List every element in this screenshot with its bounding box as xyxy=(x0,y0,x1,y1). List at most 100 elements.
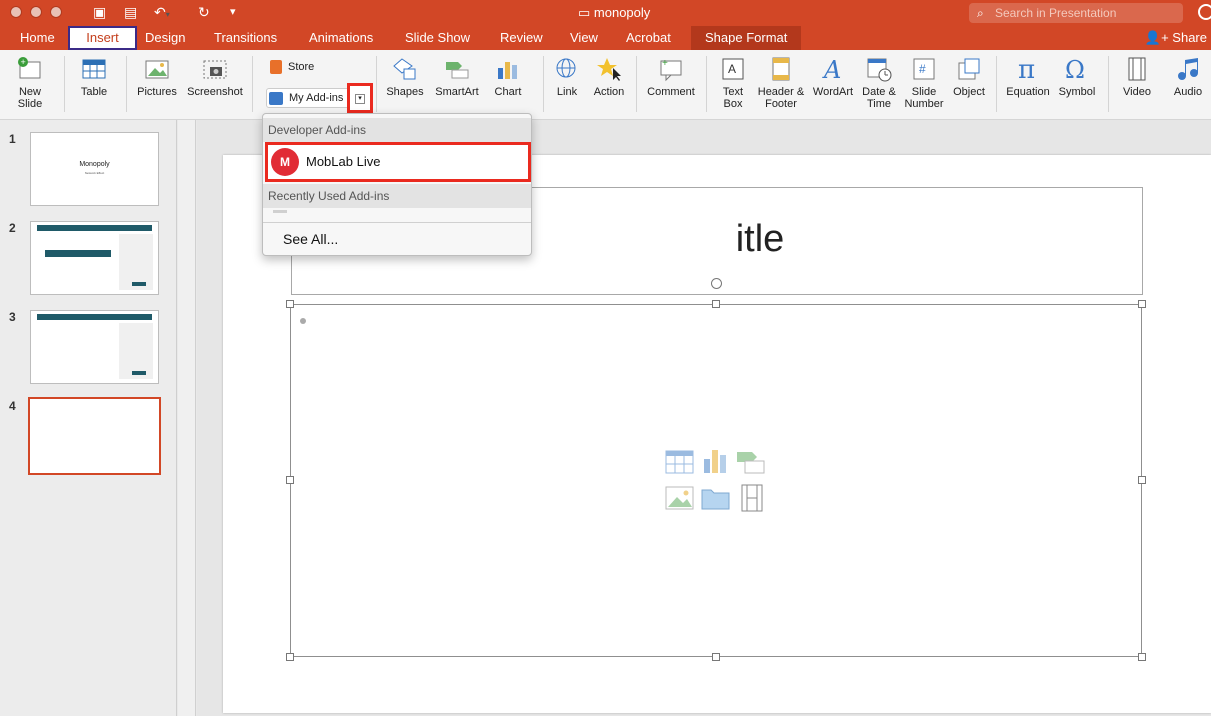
table-icon xyxy=(82,59,106,79)
svg-text:A: A xyxy=(822,56,841,82)
undo-icon[interactable]: ↶▾ xyxy=(154,3,170,24)
action-star-icon xyxy=(597,58,621,81)
recent-addin-placeholder-icon xyxy=(273,210,287,213)
add-person-icon: 👤+ xyxy=(1144,30,1173,45)
slide-thumbnail-4[interactable] xyxy=(28,397,161,475)
insert-picture-icon[interactable] xyxy=(665,485,695,511)
chevron-down-icon: ▾ xyxy=(355,94,365,104)
screenshot-button[interactable]: Screenshot xyxy=(186,56,244,98)
tab-acrobat[interactable]: Acrobat xyxy=(620,26,677,50)
pictures-button[interactable]: Pictures xyxy=(134,56,180,98)
insert-smartart-icon[interactable] xyxy=(736,449,766,475)
link-label: Link xyxy=(556,86,578,98)
slide-number-button[interactable]: # Slide Number xyxy=(902,56,946,110)
close-window-button[interactable] xyxy=(10,6,22,18)
table-button[interactable]: Table xyxy=(72,56,116,98)
slide-thumbnail-pane: 1 Monopoly Network Effect 2 3 4 xyxy=(0,120,177,716)
new-slide-button[interactable]: + New Slide xyxy=(10,56,50,110)
resize-handle[interactable] xyxy=(286,300,294,308)
share-button[interactable]: 👤+ Share xyxy=(1145,26,1207,50)
slide-thumbnail-3[interactable] xyxy=(30,310,159,384)
shapes-button[interactable]: Shapes xyxy=(382,56,428,98)
resize-handle[interactable] xyxy=(712,300,720,308)
resize-handle[interactable] xyxy=(1138,653,1146,661)
search-input[interactable]: ⌕ Search in Presentation xyxy=(969,3,1183,23)
smartart-icon xyxy=(446,62,469,79)
tab-home[interactable]: Home xyxy=(14,26,61,50)
my-addins-label: My Add-ins xyxy=(289,92,344,104)
video-label: Video xyxy=(1123,86,1151,98)
slide-thumbnail-1[interactable]: Monopoly Network Effect xyxy=(30,132,159,206)
omega-icon: Ω xyxy=(1065,56,1085,82)
tab-slide-show[interactable]: Slide Show xyxy=(399,26,476,50)
tab-view[interactable]: View xyxy=(564,26,604,50)
divider xyxy=(126,56,127,112)
save-icon[interactable]: ▤ xyxy=(124,3,137,21)
slide-thumbnail-2[interactable] xyxy=(30,221,159,295)
divider xyxy=(996,56,997,112)
minimize-window-button[interactable] xyxy=(30,6,42,18)
screenshot-label: Screenshot xyxy=(187,86,243,98)
search-icon: ⌕ xyxy=(977,6,984,20)
thumbnail-subtitle: Network Effect xyxy=(84,171,105,175)
tab-design[interactable]: Design xyxy=(139,26,191,50)
action-button[interactable]: Action xyxy=(590,56,628,98)
equation-label: Equation xyxy=(1006,86,1050,98)
comment-icon: + xyxy=(660,58,682,82)
account-icon[interactable] xyxy=(1198,4,1211,20)
smartart-button[interactable]: SmartArt xyxy=(432,56,482,98)
svg-text:π: π xyxy=(1018,56,1035,82)
equation-button[interactable]: π Equation xyxy=(1003,56,1053,98)
moblab-live-menu-item[interactable]: M MobLab Live xyxy=(265,142,531,182)
resize-handle[interactable] xyxy=(712,653,720,661)
header-footer-button[interactable]: Header & Footer xyxy=(754,56,808,110)
resize-handle[interactable] xyxy=(286,476,294,484)
chart-button[interactable]: Chart xyxy=(488,56,528,98)
resize-handle[interactable] xyxy=(1138,300,1146,308)
video-button[interactable]: Video xyxy=(1116,56,1158,98)
date-time-button[interactable]: Date & Time xyxy=(858,56,900,110)
calendar-clock-icon xyxy=(867,58,892,82)
slide-number: 4 xyxy=(9,399,16,413)
insert-table-icon[interactable] xyxy=(665,449,695,475)
my-addins-dropdown-toggle[interactable]: ▾ xyxy=(347,83,373,113)
tab-animations[interactable]: Animations xyxy=(303,26,379,50)
comment-button[interactable]: + Comment xyxy=(644,56,698,98)
store-button[interactable]: Store xyxy=(270,60,330,74)
audio-label: Audio xyxy=(1173,86,1203,98)
content-placeholder[interactable] xyxy=(290,304,1142,657)
wordart-button[interactable]: A WordArt xyxy=(810,56,856,98)
text-box-button[interactable]: A Text Box xyxy=(714,56,752,110)
redo-icon[interactable]: ↻ xyxy=(198,3,210,21)
resize-handle[interactable] xyxy=(1138,476,1146,484)
customize-toolbar-icon[interactable]: ▾ xyxy=(230,3,236,21)
svg-text:#: # xyxy=(919,62,926,76)
wordart-icon: A xyxy=(822,56,841,82)
link-button[interactable]: Link xyxy=(550,56,584,98)
sidebar-toggle-icon[interactable]: ▣ xyxy=(93,3,106,21)
my-addins-button[interactable]: My Add-ins xyxy=(266,88,350,108)
svg-text:+: + xyxy=(21,57,26,67)
thumbnail-scrollbar[interactable] xyxy=(178,120,196,716)
audio-button[interactable]: Audio xyxy=(1166,56,1210,98)
tab-insert[interactable]: Insert xyxy=(68,26,137,50)
object-button[interactable]: Object xyxy=(948,56,990,98)
slide-number: 3 xyxy=(9,310,16,324)
shapes-icon xyxy=(393,58,416,80)
document-icon: ▭ xyxy=(578,5,594,20)
divider xyxy=(1108,56,1109,112)
tab-shape-format[interactable]: Shape Format xyxy=(691,26,802,50)
rotate-handle[interactable] xyxy=(711,278,722,289)
symbol-button[interactable]: Ω Symbol xyxy=(1054,56,1100,98)
developer-addins-header: Developer Add-ins xyxy=(263,118,531,142)
tab-review[interactable]: Review xyxy=(494,26,549,50)
ribbon-tabs: Home Insert Design Transitions Animation… xyxy=(0,26,1211,50)
tab-transitions[interactable]: Transitions xyxy=(208,26,283,50)
zoom-window-button[interactable] xyxy=(50,6,62,18)
insert-video-icon[interactable] xyxy=(740,484,764,512)
pi-icon: π xyxy=(1018,56,1035,82)
insert-chart-icon[interactable] xyxy=(702,447,730,475)
see-all-menu-item[interactable]: See All... xyxy=(283,231,338,247)
insert-online-picture-folder-icon[interactable] xyxy=(701,485,731,511)
resize-handle[interactable] xyxy=(286,653,294,661)
